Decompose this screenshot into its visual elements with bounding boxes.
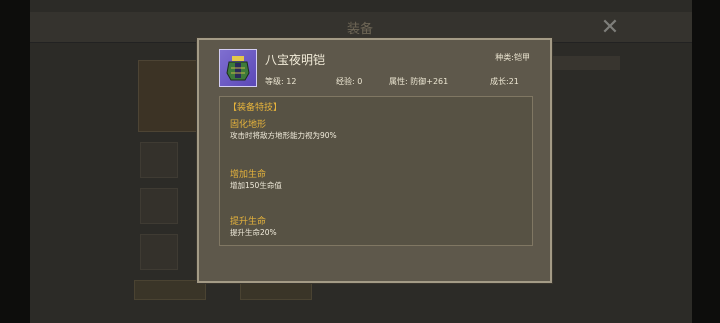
item-attribute: 属性: 防御+261 [389, 77, 449, 86]
background-button [134, 280, 206, 300]
background-button [240, 280, 312, 300]
skill-description: 提升生命20% [230, 228, 277, 237]
skill-description: 攻击时将敌方地形能力视为90% [230, 131, 337, 140]
background-info-bar [552, 56, 620, 70]
armor-icon [219, 49, 257, 87]
close-icon[interactable]: ✕ [598, 16, 622, 40]
item-type: 种类:铠甲 [495, 53, 530, 62]
skill-title: 增加生命 [230, 170, 267, 180]
background-hero-portrait [138, 60, 200, 132]
item-level: 等级: 12 [265, 77, 297, 86]
item-detail-popup: 八宝夜明铠 种类:铠甲 等级: 12 经验: 0 属性: 防御+261 成长:2… [197, 38, 552, 283]
item-growth: 成长:21 [490, 77, 519, 86]
item-name: 八宝夜明铠 [265, 53, 326, 67]
background-equipment-slot [140, 234, 178, 270]
item-exp: 经验: 0 [336, 77, 363, 86]
skills-heading: 【装备特技】 [228, 103, 283, 113]
skills-panel: 【装备特技】 固化地形 攻击时将敌方地形能力视为90% 增加生命 增加150生命… [219, 96, 533, 246]
skill-title: 固化地形 [230, 120, 267, 130]
skill-description: 增加150生命值 [230, 181, 282, 190]
skill-title: 提升生命 [230, 217, 267, 227]
background-equipment-slot [140, 188, 178, 224]
background-equipment-slot [140, 142, 178, 178]
